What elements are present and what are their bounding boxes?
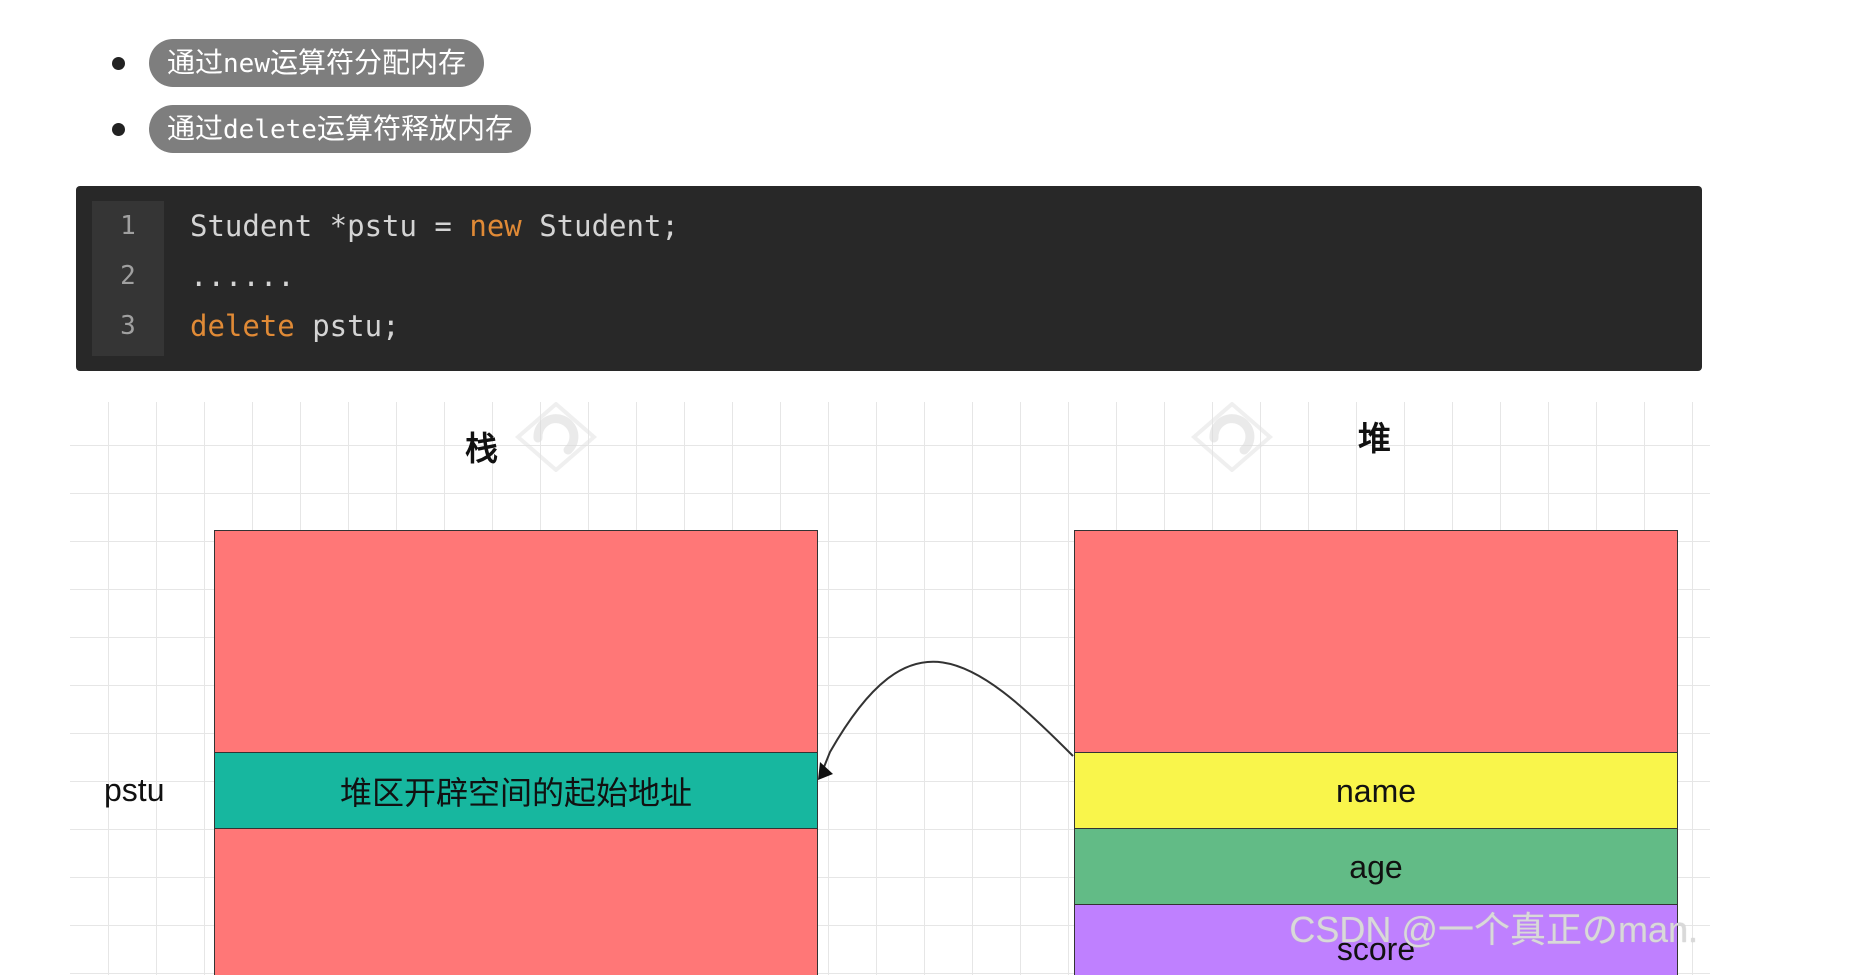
memory-diagram: 栈 堆 堆区开辟空间的起始地址 pstu name age score CSDN… — [70, 402, 1710, 975]
code-token: Student *pstu = — [190, 209, 470, 243]
code-token: pstu; — [294, 309, 400, 343]
bullet-code: new — [223, 49, 270, 79]
bullet-prefix: 通过 — [167, 112, 224, 145]
code-token: Student; — [521, 209, 679, 243]
bullet-dot — [112, 122, 125, 136]
code-token: ...... — [190, 259, 295, 293]
code-keyword: delete — [190, 309, 295, 343]
bullet-dot — [112, 56, 125, 70]
code-line-1: 1 Student *pstu = new Student; — [92, 201, 1672, 251]
code-line-2: 2 ...... — [92, 251, 1672, 301]
code-text: Student *pstu = new Student; — [190, 201, 679, 251]
code-text: ...... — [190, 251, 295, 301]
inline-code-pill: 通过new运算符分配内存 — [149, 39, 484, 87]
csdn-watermark: CSDN @一个真正のman. — [1289, 909, 1698, 950]
code-text: delete pstu; — [190, 301, 400, 351]
bullet-suffix: 运算符释放内存 — [316, 112, 513, 145]
pointer-arrow-line — [821, 660, 1074, 773]
bullet-prefix: 通过 — [167, 46, 224, 79]
code-block: 1 Student *pstu = new Student; 2 ...... … — [76, 186, 1702, 371]
pointer-arrow — [818, 660, 1074, 780]
line-number: 3 — [120, 311, 136, 341]
line-number: 1 — [120, 211, 136, 241]
line-number: 2 — [120, 261, 136, 291]
bullet-suffix: 运算符分配内存 — [269, 46, 466, 79]
bullet-item-delete: 通过delete运算符释放内存 — [112, 104, 531, 154]
bullet-item-new: 通过new运算符分配内存 — [112, 38, 484, 88]
code-keyword: new — [469, 209, 522, 243]
code-line-3: 3 delete pstu; — [92, 301, 1672, 351]
bullet-code: delete — [223, 115, 317, 145]
inline-code-pill: 通过delete运算符释放内存 — [149, 105, 531, 153]
